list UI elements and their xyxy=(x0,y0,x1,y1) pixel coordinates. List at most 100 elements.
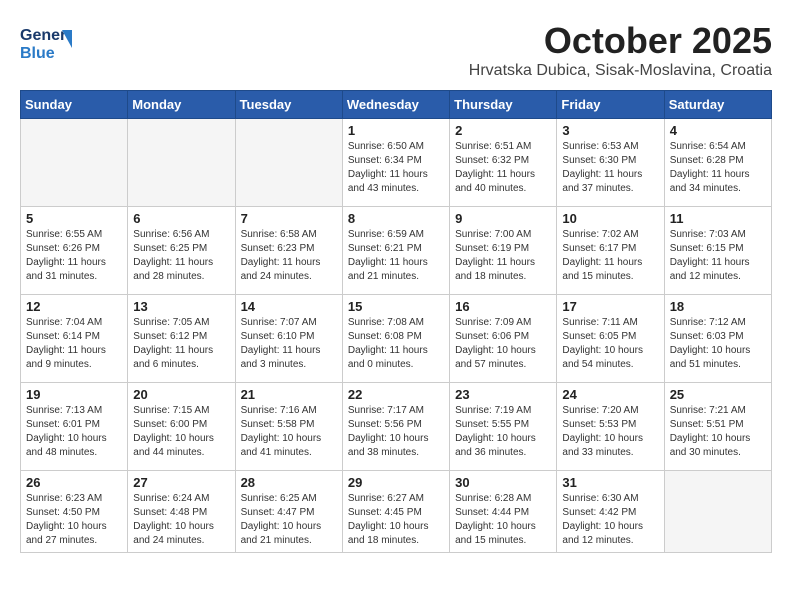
day-number: 6 xyxy=(133,211,229,226)
calendar-cell: 11Sunrise: 7:03 AM Sunset: 6:15 PM Dayli… xyxy=(664,207,771,295)
weekday-header-saturday: Saturday xyxy=(664,91,771,119)
calendar-cell: 4 Sunrise: 6:54 AM Sunset: 6:28 PM Daylig… xyxy=(664,119,771,207)
day-number: 14 xyxy=(241,299,337,314)
calendar-week-2: 5 Sunrise: 6:55 AM Sunset: 6:26 PM Daylig… xyxy=(21,207,772,295)
day-info: Sunrise: 6:28 AM Sunset: 4:44 PM Dayligh… xyxy=(455,492,551,548)
calendar-cell: 24 Sunrise: 7:20 AM Sunset: 5:53 PM Dayli… xyxy=(557,383,664,471)
day-info: Sunrise: 7:16 AM Sunset: 5:58 PM Dayligh… xyxy=(241,404,337,460)
day-info: Sunrise: 6:30 AM Sunset: 4:42 PM Dayligh… xyxy=(562,492,658,548)
day-number: 4 xyxy=(670,123,766,138)
day-number: 27 xyxy=(133,475,229,490)
day-info: Sunrise: 7:21 AM Sunset: 5:51 PM Dayligh… xyxy=(670,404,766,460)
day-info: Sunrise: 6:27 AM Sunset: 4:45 PM Dayligh… xyxy=(348,492,444,548)
weekday-header-friday: Friday xyxy=(557,91,664,119)
day-number: 8 xyxy=(348,211,444,226)
day-number: 30 xyxy=(455,475,551,490)
day-info: Sunrise: 7:09 AM Sunset: 6:06 PM Dayligh… xyxy=(455,316,551,372)
title-block: October 2025 Hrvatska Dubica, Sisak-Mosl… xyxy=(469,20,772,80)
calendar-cell: 20 Sunrise: 7:15 AM Sunset: 6:00 PM Dayli… xyxy=(128,383,235,471)
calendar-cell: 25 Sunrise: 7:21 AM Sunset: 5:51 PM Dayli… xyxy=(664,383,771,471)
day-info: Sunrise: 7:20 AM Sunset: 5:53 PM Dayligh… xyxy=(562,404,658,460)
day-info: Sunrise: 7:04 AM Sunset: 6:14 PM Dayligh… xyxy=(26,316,122,372)
day-number: 11 xyxy=(670,211,766,226)
location-title: Hrvatska Dubica, Sisak-Moslavina, Croati… xyxy=(469,62,772,80)
calendar-cell: 19 Sunrise: 7:13 AM Sunset: 6:01 PM Dayli… xyxy=(21,383,128,471)
calendar-cell: 29 Sunrise: 6:27 AM Sunset: 4:45 PM Dayli… xyxy=(342,471,449,553)
calendar-week-4: 19 Sunrise: 7:13 AM Sunset: 6:01 PM Dayli… xyxy=(21,383,772,471)
calendar-cell: 15 Sunrise: 7:08 AM Sunset: 6:08 PM Dayli… xyxy=(342,295,449,383)
weekday-header-tuesday: Tuesday xyxy=(235,91,342,119)
calendar-cell: 7Sunrise: 6:58 AM Sunset: 6:23 PM Daylig… xyxy=(235,207,342,295)
day-info: Sunrise: 7:05 AM Sunset: 6:12 PM Dayligh… xyxy=(133,316,229,372)
logo-icon: General Blue xyxy=(20,20,72,64)
calendar-cell: 12 Sunrise: 7:04 AM Sunset: 6:14 PM Dayli… xyxy=(21,295,128,383)
day-number: 26 xyxy=(26,475,122,490)
weekday-header-wednesday: Wednesday xyxy=(342,91,449,119)
calendar-cell: 10Sunrise: 7:02 AM Sunset: 6:17 PM Dayli… xyxy=(557,207,664,295)
day-number: 2 xyxy=(455,123,551,138)
day-info: Sunrise: 7:07 AM Sunset: 6:10 PM Dayligh… xyxy=(241,316,337,372)
day-number: 5 xyxy=(26,211,122,226)
day-info: Sunrise: 7:13 AM Sunset: 6:01 PM Dayligh… xyxy=(26,404,122,460)
day-info: Sunrise: 6:23 AM Sunset: 4:50 PM Dayligh… xyxy=(26,492,122,548)
day-number: 24 xyxy=(562,387,658,402)
calendar-cell: 28Sunrise: 6:25 AM Sunset: 4:47 PM Dayli… xyxy=(235,471,342,553)
month-title: October 2025 xyxy=(469,20,772,62)
calendar-cell: 17 Sunrise: 7:11 AM Sunset: 6:05 PM Dayli… xyxy=(557,295,664,383)
calendar-cell xyxy=(664,471,771,553)
weekday-header-sunday: Sunday xyxy=(21,91,128,119)
day-info: Sunrise: 6:59 AM Sunset: 6:21 PM Dayligh… xyxy=(348,228,444,284)
calendar-cell xyxy=(128,119,235,207)
calendar-week-5: 26 Sunrise: 6:23 AM Sunset: 4:50 PM Dayli… xyxy=(21,471,772,553)
day-info: Sunrise: 6:53 AM Sunset: 6:30 PM Dayligh… xyxy=(562,140,658,196)
day-info: Sunrise: 7:11 AM Sunset: 6:05 PM Dayligh… xyxy=(562,316,658,372)
day-number: 13 xyxy=(133,299,229,314)
day-number: 21 xyxy=(241,387,337,402)
day-number: 10 xyxy=(562,211,658,226)
day-info: Sunrise: 7:17 AM Sunset: 5:56 PM Dayligh… xyxy=(348,404,444,460)
day-number: 28 xyxy=(241,475,337,490)
day-info: Sunrise: 6:54 AM Sunset: 6:28 PM Dayligh… xyxy=(670,140,766,196)
day-number: 12 xyxy=(26,299,122,314)
day-info: Sunrise: 6:50 AM Sunset: 6:34 PM Dayligh… xyxy=(348,140,444,196)
day-number: 25 xyxy=(670,387,766,402)
calendar-cell: 14 Sunrise: 7:07 AM Sunset: 6:10 PM Dayli… xyxy=(235,295,342,383)
logo: General Blue xyxy=(20,20,74,64)
calendar-cell: 27Sunrise: 6:24 AM Sunset: 4:48 PM Dayli… xyxy=(128,471,235,553)
calendar-cell: 3 Sunrise: 6:53 AM Sunset: 6:30 PM Daylig… xyxy=(557,119,664,207)
day-info: Sunrise: 7:15 AM Sunset: 6:00 PM Dayligh… xyxy=(133,404,229,460)
calendar-cell: 1Sunrise: 6:50 AM Sunset: 6:34 PM Daylig… xyxy=(342,119,449,207)
day-number: 19 xyxy=(26,387,122,402)
calendar-cell: 31Sunrise: 6:30 AM Sunset: 4:42 PM Dayli… xyxy=(557,471,664,553)
day-number: 9 xyxy=(455,211,551,226)
weekday-header-row: SundayMondayTuesdayWednesdayThursdayFrid… xyxy=(21,91,772,119)
calendar-cell: 21 Sunrise: 7:16 AM Sunset: 5:58 PM Dayli… xyxy=(235,383,342,471)
day-info: Sunrise: 7:19 AM Sunset: 5:55 PM Dayligh… xyxy=(455,404,551,460)
calendar-cell: 22 Sunrise: 7:17 AM Sunset: 5:56 PM Dayli… xyxy=(342,383,449,471)
day-number: 3 xyxy=(562,123,658,138)
day-number: 29 xyxy=(348,475,444,490)
day-info: Sunrise: 6:51 AM Sunset: 6:32 PM Dayligh… xyxy=(455,140,551,196)
day-number: 16 xyxy=(455,299,551,314)
day-number: 22 xyxy=(348,387,444,402)
calendar-table: SundayMondayTuesdayWednesdayThursdayFrid… xyxy=(20,90,772,553)
calendar-cell: 8 Sunrise: 6:59 AM Sunset: 6:21 PM Daylig… xyxy=(342,207,449,295)
day-number: 17 xyxy=(562,299,658,314)
day-info: Sunrise: 7:12 AM Sunset: 6:03 PM Dayligh… xyxy=(670,316,766,372)
calendar-cell: 30 Sunrise: 6:28 AM Sunset: 4:44 PM Dayli… xyxy=(450,471,557,553)
day-number: 23 xyxy=(455,387,551,402)
calendar-week-1: 1Sunrise: 6:50 AM Sunset: 6:34 PM Daylig… xyxy=(21,119,772,207)
weekday-header-monday: Monday xyxy=(128,91,235,119)
day-number: 15 xyxy=(348,299,444,314)
weekday-header-thursday: Thursday xyxy=(450,91,557,119)
svg-text:General: General xyxy=(20,27,72,44)
calendar-cell: 16 Sunrise: 7:09 AM Sunset: 6:06 PM Dayli… xyxy=(450,295,557,383)
day-number: 7 xyxy=(241,211,337,226)
calendar-cell: 23 Sunrise: 7:19 AM Sunset: 5:55 PM Dayli… xyxy=(450,383,557,471)
calendar-cell xyxy=(235,119,342,207)
day-info: Sunrise: 6:55 AM Sunset: 6:26 PM Dayligh… xyxy=(26,228,122,284)
day-number: 20 xyxy=(133,387,229,402)
svg-text:Blue: Blue xyxy=(20,45,55,62)
page-header: General Blue October 2025 Hrvatska Dubic… xyxy=(20,20,772,80)
day-info: Sunrise: 7:08 AM Sunset: 6:08 PM Dayligh… xyxy=(348,316,444,372)
